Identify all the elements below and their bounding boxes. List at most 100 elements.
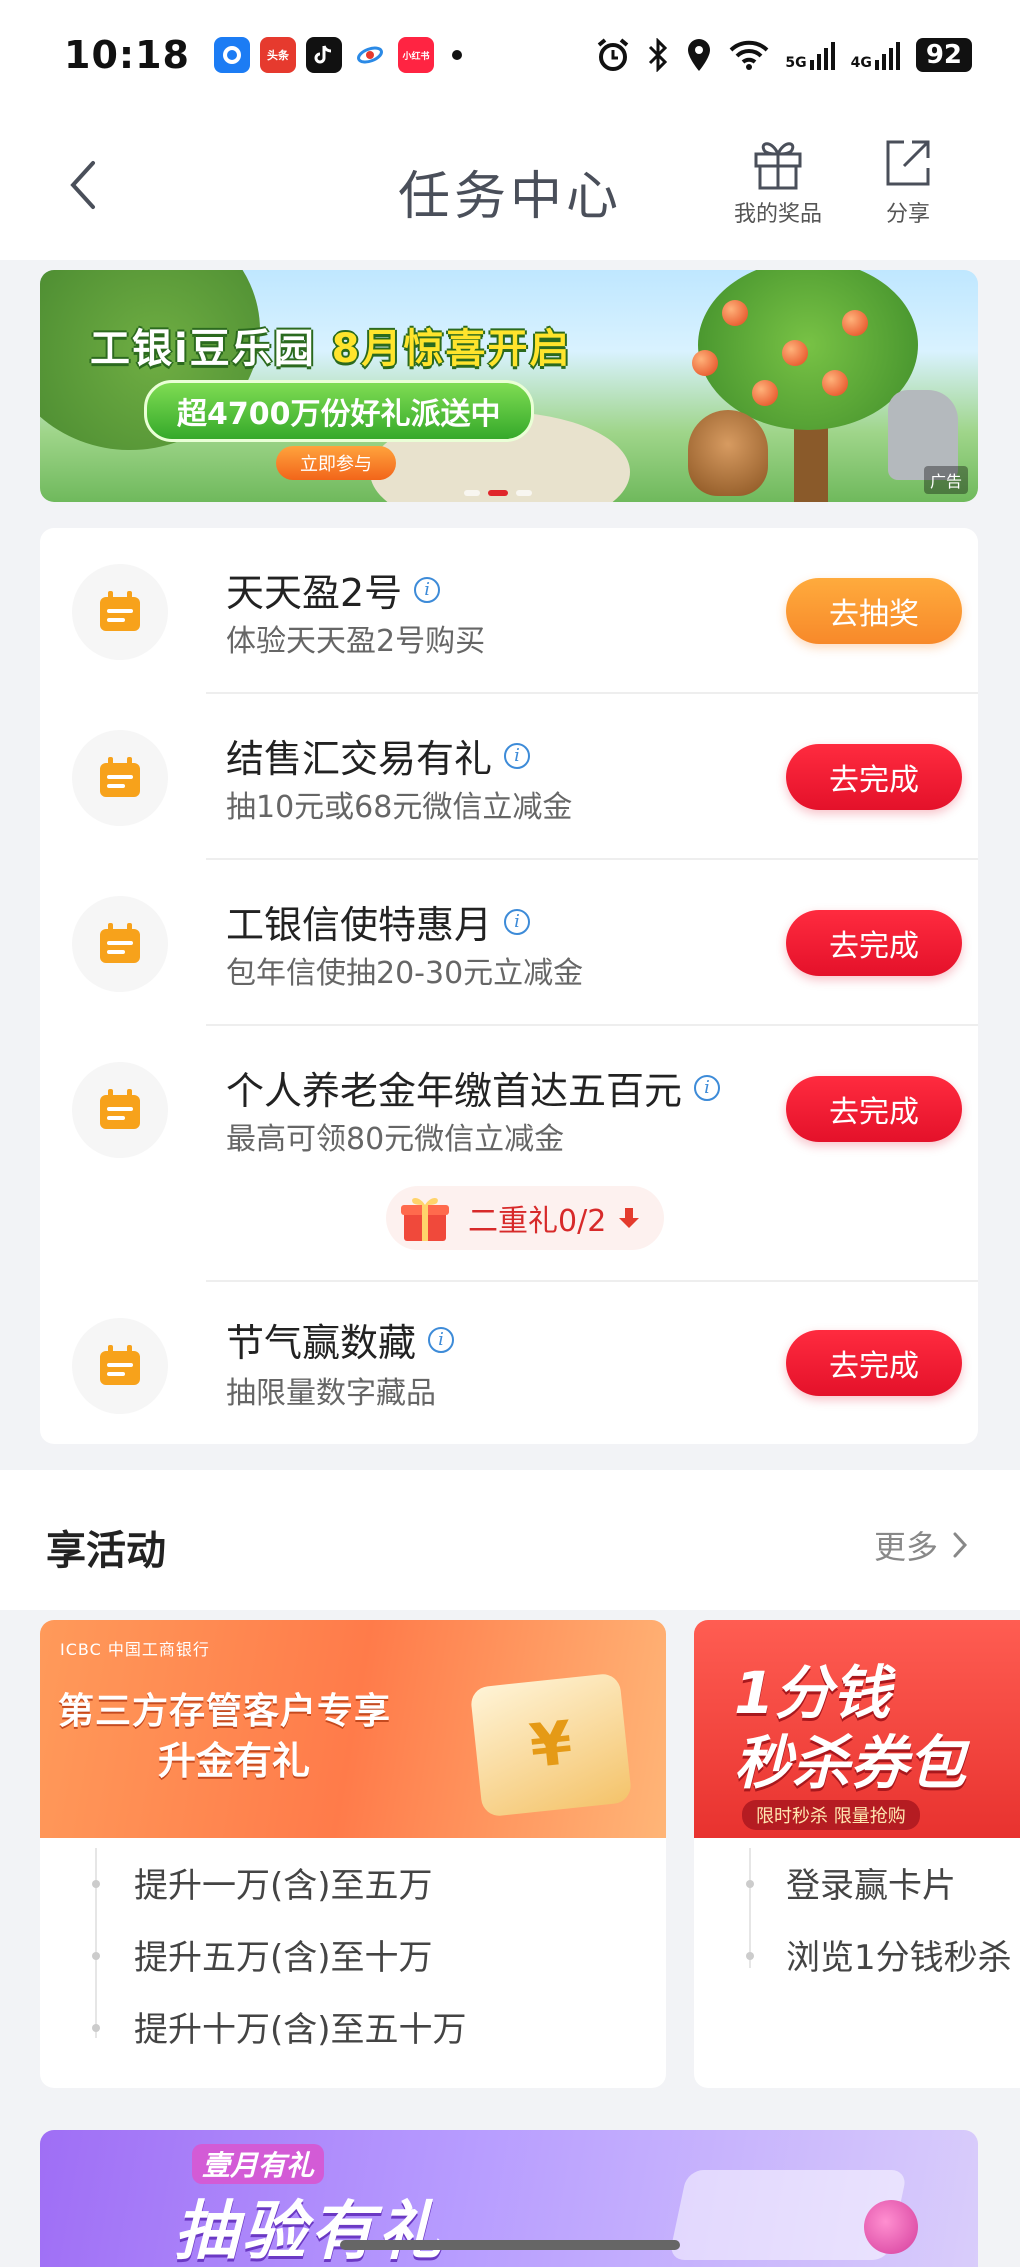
- banner-title-part2: 8月惊喜开启: [331, 326, 572, 372]
- my-prizes-button[interactable]: 我的奖品: [734, 136, 822, 228]
- task-title: 结售汇交易有礼 i: [226, 728, 531, 783]
- banner-fruit-tree: [698, 270, 918, 430]
- status-time: 10:18: [64, 33, 190, 77]
- complete-task-button[interactable]: 去完成: [786, 910, 962, 976]
- toutiao-icon: 头条: [259, 37, 296, 73]
- tiktok-icon: [305, 37, 342, 73]
- activity-tag: 限时秒杀 限量抢购: [742, 1800, 920, 1830]
- fruit-decoration: [722, 300, 748, 326]
- arrow-down-icon: [619, 1208, 640, 1228]
- chevron-right-icon: [953, 1532, 968, 1558]
- banner-title-part1: 工银i豆乐园: [90, 326, 316, 372]
- info-icon[interactable]: i: [504, 908, 531, 935]
- banner-pagination: [464, 490, 532, 496]
- network-5g-label: 5G: [785, 55, 807, 71]
- activity-item: 浏览1分钱秒杀: [786, 1938, 1012, 1978]
- timeline-line: [95, 1848, 97, 2038]
- task-calendar-icon: [72, 896, 168, 992]
- task-list: 天天盈2号 i 体验天天盈2号购买 去抽奖 结售汇交易有礼 i 抽10元或68元…: [40, 528, 978, 1444]
- page-title: 任务中心: [397, 167, 622, 227]
- task-description: 包年信使抽20-30元立减金: [226, 956, 584, 991]
- divider: [206, 1024, 978, 1026]
- timeline-line: [749, 1848, 751, 1968]
- wifi-icon: [729, 40, 769, 70]
- info-icon[interactable]: i: [694, 1074, 721, 1101]
- timeline-bullet: [746, 1880, 754, 1888]
- app-notification-icon: [213, 37, 250, 73]
- second-reward-toggle[interactable]: 二重礼0/2: [386, 1186, 664, 1250]
- xiaohongshu-icon: 小红书: [397, 37, 434, 73]
- more-activities-link[interactable]: 更多: [874, 1522, 968, 1568]
- task-description: 抽限量数字藏品: [226, 1376, 436, 1411]
- more-label: 更多: [873, 1528, 938, 1566]
- activity-subheadline: 升金有礼: [158, 1739, 311, 1783]
- monkey-mascot: [688, 410, 768, 496]
- banner-subtitle: 超4700万份好礼派送中: [144, 380, 534, 442]
- task-calendar-icon: [72, 730, 168, 826]
- signal-5g-icon: 5G: [785, 40, 835, 71]
- timeline-bullet: [92, 2024, 100, 2032]
- task-calendar-icon: [72, 1062, 168, 1158]
- complete-task-button[interactable]: 去完成: [786, 1076, 962, 1142]
- my-prizes-label: 我的奖品: [734, 202, 823, 227]
- fruit-decoration: [692, 350, 718, 376]
- task-description: 最高可领80元微信立减金: [226, 1122, 565, 1157]
- status-indicators: 5G 4G 92: [595, 37, 972, 73]
- task-title-text: 结售汇交易有礼: [226, 737, 493, 781]
- banner-cta-button[interactable]: 立即参与: [276, 446, 396, 480]
- info-icon[interactable]: i: [414, 576, 441, 603]
- activity-item: 提升十万(含)至五十万: [134, 2010, 467, 2050]
- task-title: 个人养老金年缴首达五百元 i: [226, 1060, 721, 1115]
- complete-task-button[interactable]: 去完成: [786, 744, 962, 810]
- activity-subheadline: 秒杀券包: [734, 1729, 967, 1797]
- activities-title: 享活动: [46, 1528, 166, 1574]
- task-title-text: 天天盈2号: [226, 571, 403, 615]
- share-button[interactable]: 分享: [882, 136, 934, 228]
- activity-item: 登录赢卡片: [786, 1866, 956, 1906]
- promo-banner[interactable]: 工银i豆乐园 8月惊喜开启 超4700万份好礼派送中 立即参与 广告: [40, 270, 978, 502]
- fruit-decoration: [782, 340, 808, 366]
- info-icon[interactable]: i: [428, 1326, 455, 1353]
- activity-card[interactable]: 1分钱 秒杀券包 限时秒杀 限量抢购 登录赢卡片 浏览1分钱秒杀: [694, 1620, 1020, 2088]
- signal-4g-icon: 4G: [851, 40, 900, 70]
- status-bar: 10:18 头条 小红书 5G 4G 92: [0, 0, 1020, 110]
- promo-headline: 抽验有礼: [174, 2195, 446, 2267]
- activity-item: 提升五万(含)至十万: [134, 1938, 433, 1978]
- task-description: 抽10元或68元微信立减金: [226, 790, 573, 825]
- banner-title: 工银i豆乐园 8月惊喜开启: [90, 316, 572, 374]
- fruit-decoration: [842, 310, 868, 336]
- complete-task-button[interactable]: 去完成: [786, 1330, 962, 1396]
- pagination-dot: [464, 490, 480, 496]
- activity-card[interactable]: ICBC 中国工商银行 第三方存管客户专享 升金有礼 ¥ 提升一万(含)至五万 …: [40, 1620, 666, 2088]
- network-4g-label: 4G: [850, 55, 872, 71]
- share-label: 分享: [885, 202, 930, 227]
- promo-small-label: 壹月有礼: [192, 2144, 325, 2184]
- more-notifications-dot: [451, 50, 462, 60]
- battery-indicator: 92: [915, 38, 972, 72]
- task-title-text: 个人养老金年缴首达五百元: [226, 1069, 683, 1113]
- status-app-icons: 头条 小红书: [213, 37, 462, 73]
- task-title: 节气赢数藏 i: [226, 1312, 455, 1367]
- divider: [206, 692, 978, 694]
- fruit-decoration: [752, 380, 778, 406]
- gift-box-icon: [401, 1198, 449, 1241]
- share-icon: [886, 140, 930, 186]
- bluetooth-icon: [649, 38, 668, 72]
- gift-icon: [754, 142, 802, 190]
- alarm-icon: [598, 38, 629, 71]
- timeline-bullet: [92, 1952, 100, 1960]
- telecom-icon: [351, 37, 388, 73]
- task-description: 体验天天盈2号购买: [226, 624, 486, 659]
- timeline-bullet: [746, 1952, 754, 1960]
- location-icon: [688, 39, 711, 71]
- pagination-dot-active: [488, 490, 508, 496]
- draw-lottery-button[interactable]: 去抽奖: [786, 578, 962, 644]
- info-icon[interactable]: i: [504, 742, 531, 769]
- task-title: 工银信使特惠月 i: [226, 894, 531, 949]
- home-indicator[interactable]: [340, 2240, 680, 2250]
- task-title-text: 工银信使特惠月: [226, 903, 493, 947]
- fruit-decoration: [822, 370, 848, 396]
- divider: [206, 1280, 978, 1282]
- task-calendar-icon: [72, 1318, 168, 1414]
- icbc-logo: ICBC 中国工商银行: [60, 1640, 210, 1659]
